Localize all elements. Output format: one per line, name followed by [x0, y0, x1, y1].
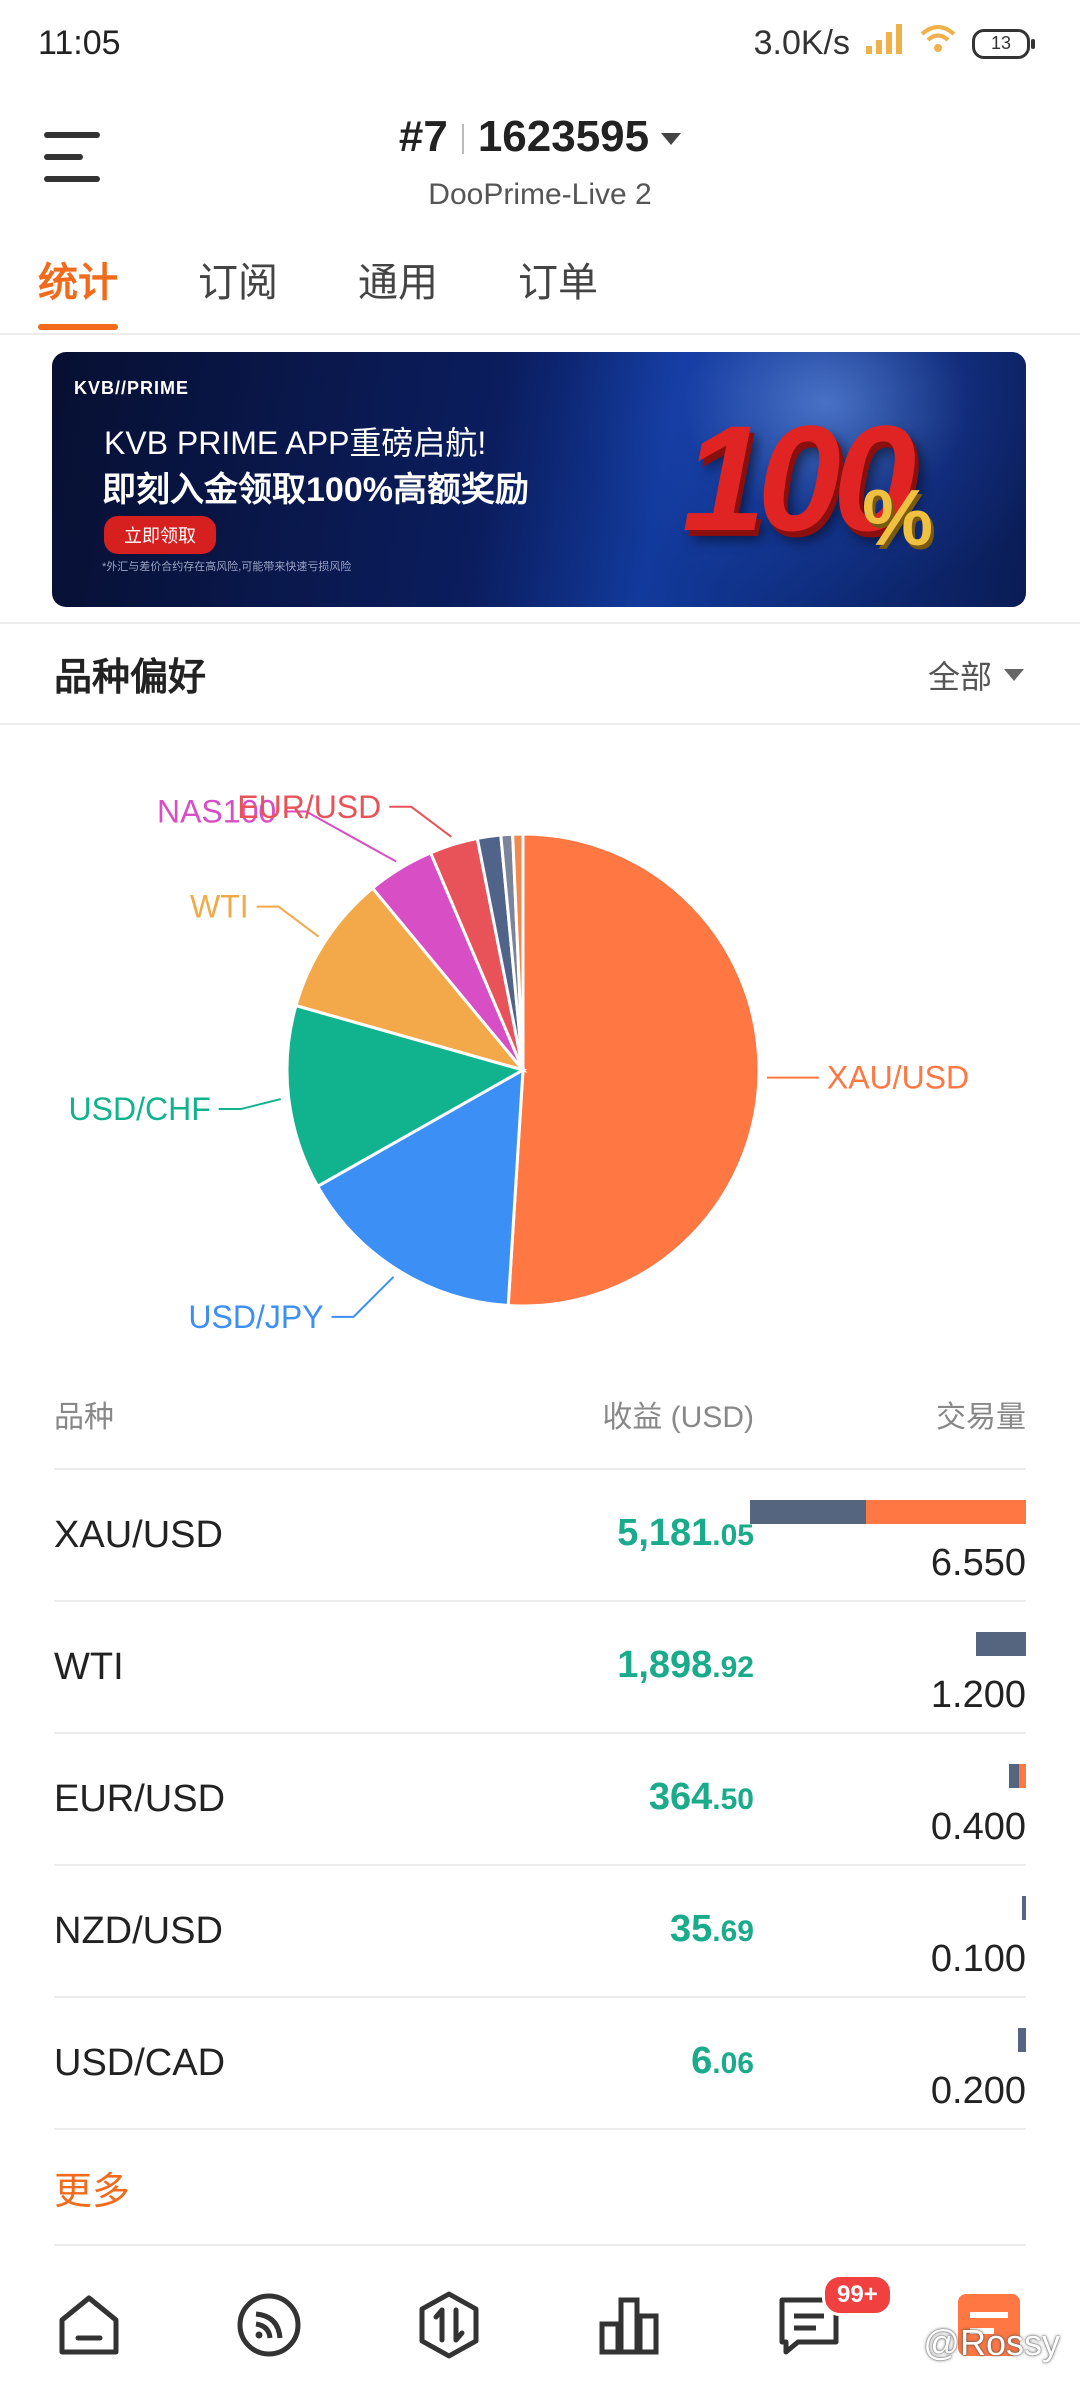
symbol-name: EUR/USD: [54, 1778, 226, 1820]
volume-bar: [976, 1632, 1026, 1656]
header-volume: 交易量: [936, 1401, 1026, 1434]
header-symbol: 品种: [54, 1401, 114, 1434]
nav-home[interactable]: [54, 2290, 124, 2360]
symbol-name: USD/CAD: [54, 2042, 226, 2084]
banner-percent-graphic: %: [862, 473, 934, 562]
volume-bar: [1017, 2028, 1026, 2052]
volume-value: 0.200: [930, 2070, 1026, 2112]
volume-bar-buy: [1009, 1764, 1020, 1788]
divider: [0, 622, 1080, 624]
section-title: 品种偏好: [54, 657, 207, 699]
banner-disclaimer: *外汇与差价合约存在高风险,可能带来快速亏损风险: [102, 561, 352, 573]
volume-bar: [1021, 1896, 1026, 1920]
table-row[interactable]: WTI 1,898.92 1.200: [54, 1600, 1026, 1734]
pie-slice-label: USD/CHF: [69, 1091, 211, 1127]
status-indicators: 3.0K/s 13: [753, 22, 1035, 65]
pie-leader-line: [256, 905, 320, 938]
nav-charts[interactable]: [594, 2290, 664, 2360]
nav-signal[interactable]: [234, 2290, 304, 2360]
tab-statistics[interactable]: 统计: [38, 250, 118, 330]
caret-down-icon: [661, 133, 682, 146]
tab-subscription[interactable]: 订阅: [198, 250, 278, 330]
profit-value: 6.06: [691, 2040, 754, 2082]
bottom-navigation: 99+: [0, 2264, 1080, 2400]
divider: [0, 723, 1080, 725]
table-row[interactable]: XAU/USD 5,181.05 6.550: [54, 1468, 1026, 1602]
banner-headline: KVB PRIME APP重磅启航!: [104, 425, 487, 461]
net-speed: 3.0K/s: [753, 24, 850, 62]
divider: [54, 2128, 1026, 2130]
message-badge: 99+: [822, 2274, 893, 2316]
pie-slice-label: USD/JPY: [188, 1299, 323, 1335]
volume-value: 0.400: [930, 1806, 1026, 1848]
profit-value: 364.50: [648, 1776, 754, 1818]
promo-banner[interactable]: KVB//PRIME KVB PRIME APP重磅启航! 即刻入金领取100%…: [52, 352, 1026, 607]
table-row[interactable]: USD/CAD 6.06 0.200: [54, 1996, 1026, 2130]
caret-down-icon: [1004, 669, 1024, 681]
symbol-name: NZD/USD: [54, 1910, 223, 1952]
symbol-name: WTI: [54, 1646, 124, 1688]
table-row[interactable]: NZD/USD 35.69 0.100: [54, 1864, 1026, 1998]
watermark: @Rossy: [923, 2322, 1060, 2363]
filter-label: 全部: [927, 659, 992, 695]
signal-icon: [237, 2293, 301, 2357]
volume-value: 1.200: [930, 1674, 1026, 1716]
profit-value: 35.69: [670, 1908, 754, 1950]
profit-value: 1,898.92: [617, 1644, 754, 1686]
volume-bar: [1009, 1764, 1026, 1788]
account-index: #7: [398, 112, 448, 161]
profit-value: 5,181.05: [617, 1512, 754, 1554]
pie-slice-label: EUR/USD: [237, 789, 381, 825]
banner-brand-logo: KVB//PRIME: [74, 378, 190, 398]
table-row[interactable]: EUR/USD 364.50 0.400: [54, 1732, 1026, 1866]
volume-value: 0.100: [930, 1938, 1026, 1980]
nav-trade[interactable]: [414, 2290, 484, 2360]
volume-bar-buy: [1017, 2028, 1026, 2052]
chart-bars-icon: [599, 2297, 659, 2355]
banner-cta-button[interactable]: 立即领取: [104, 516, 216, 554]
pie-leader-line: [218, 1098, 281, 1111]
header-pl: 收益 (USD): [602, 1401, 754, 1434]
volume-bar-sell: [1019, 1764, 1026, 1788]
home-icon: [59, 2295, 119, 2355]
symbol-preference-pie-chart: XAU/USDUSD/JPYUSD/CHFWTINAS100EUR/USD: [69, 789, 970, 1335]
divider: [54, 2244, 1026, 2246]
pie-slice-label: XAU/USD: [827, 1060, 969, 1096]
signal-icon: [864, 22, 904, 65]
account-number: 1623595: [477, 112, 650, 161]
volume-bar-buy: [750, 1500, 866, 1524]
more-link[interactable]: 更多: [54, 2160, 130, 2215]
tab-bar: 统计 订阅 通用 订单: [38, 250, 598, 330]
volume-bar: [750, 1500, 1026, 1524]
server-name: DooPrime-Live 2: [428, 178, 652, 211]
battery-icon: 13: [972, 28, 1035, 59]
status-time: 11:05: [38, 24, 121, 62]
volume-value: 6.550: [930, 1542, 1026, 1584]
tab-orders[interactable]: 订单: [518, 250, 598, 330]
tab-general[interactable]: 通用: [358, 250, 438, 330]
account-selector[interactable]: #7 1623595: [0, 112, 1080, 162]
wifi-icon: [918, 22, 958, 65]
symbol-name: XAU/USD: [54, 1514, 223, 1556]
pie-leader-line: [389, 805, 452, 838]
volume-bar-buy: [1021, 1896, 1026, 1920]
volume-bar-sell: [865, 1500, 1026, 1524]
symbol-filter-dropdown[interactable]: 全部: [928, 652, 1024, 698]
divider: [0, 333, 1080, 335]
pie-slice-label: WTI: [190, 889, 249, 925]
pie-leader-line: [331, 1276, 395, 1318]
pie-slice: [506, 832, 761, 1308]
banner-subheadline: 即刻入金领取100%高额奖励: [102, 471, 529, 509]
volume-bar-buy: [976, 1632, 1026, 1656]
trade-icon: [419, 2291, 479, 2359]
